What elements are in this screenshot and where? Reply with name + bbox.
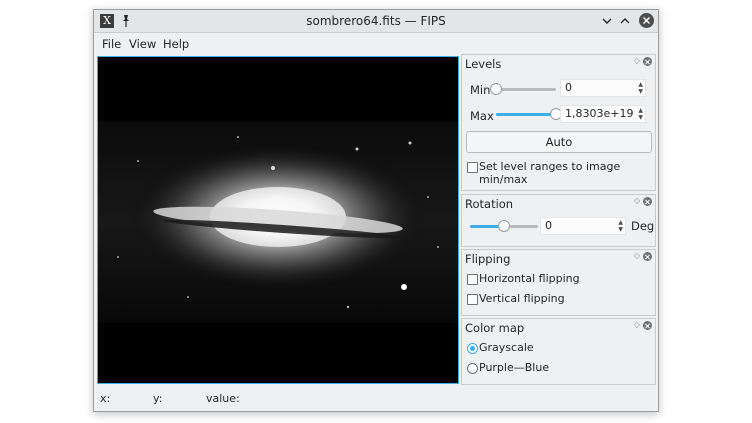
min-slider[interactable] (490, 83, 556, 95)
max-label: Max (470, 109, 494, 123)
max-spinbox[interactable]: 1,8303e+19 ▲ ▼ (560, 105, 646, 123)
spin-arrows-icon[interactable]: ▲ ▼ (638, 107, 643, 121)
status-x: x: (100, 392, 111, 405)
close-small-icon[interactable] (643, 321, 652, 330)
galaxy-image (98, 121, 458, 323)
vertical-flip-label[interactable]: Vertical flipping (479, 292, 565, 305)
chevron-up-icon[interactable] (618, 14, 632, 28)
spin-arrows-icon[interactable]: ▲ ▼ (638, 81, 643, 95)
max-slider[interactable] (496, 108, 562, 120)
range-checkbox-label[interactable]: Set level ranges to image min/max (479, 160, 655, 186)
min-value: 0 (565, 81, 572, 94)
rotation-slider[interactable] (470, 220, 538, 232)
status-y: y: (153, 392, 163, 405)
rotation-unit: Deg (631, 219, 655, 233)
flipping-title: Flipping (465, 252, 511, 266)
purple-blue-label[interactable]: Purple—Blue (479, 361, 549, 374)
chevron-down-icon[interactable] (600, 14, 614, 28)
rotation-slider-handle[interactable] (498, 220, 510, 232)
menu-help[interactable]: Help (163, 37, 189, 51)
levels-panel: Levels ◇ Min 0 ▲ ▼ Max 1,8303e+19 ▲ ▼ Auto… (461, 54, 656, 191)
flipping-panel: Flipping ◇ Horizontal flipping Vertical … (461, 249, 656, 316)
min-slider-handle[interactable] (490, 83, 502, 95)
min-spinbox[interactable]: 0 ▲ ▼ (560, 79, 646, 97)
menu-bar: File View Help (94, 33, 658, 55)
max-value: 1,8303e+19 (565, 107, 634, 120)
range-checkbox[interactable] (467, 162, 478, 173)
float-icon[interactable]: ◇ (634, 196, 640, 205)
image-viewer[interactable] (97, 56, 459, 384)
title-bar[interactable]: X sombrero64.fits — FIPS (94, 10, 658, 33)
purple-blue-radio[interactable] (467, 363, 478, 374)
menu-view[interactable]: View (129, 37, 156, 51)
colormap-title: Color map (465, 321, 525, 335)
grayscale-radio[interactable] (467, 343, 478, 354)
status-value: value: (206, 392, 240, 405)
rotation-spinbox[interactable]: 0 ▲ ▼ (540, 217, 626, 235)
vertical-flip-checkbox[interactable] (467, 294, 478, 305)
close-icon[interactable] (639, 13, 654, 28)
auto-button[interactable]: Auto (466, 131, 652, 153)
window-title: sombrero64.fits — FIPS (306, 14, 446, 28)
colormap-panel: Color map ◇ Grayscale Purple—Blue (461, 318, 656, 385)
grayscale-label[interactable]: Grayscale (479, 341, 534, 354)
rotation-title: Rotation (465, 197, 514, 211)
main-window: X sombrero64.fits — FIPS File View Help (93, 9, 659, 412)
rotation-panel: Rotation ◇ 0 ▲ ▼ Deg (461, 194, 656, 247)
max-slider-fill (496, 113, 556, 116)
rotation-value: 0 (545, 219, 552, 232)
horizontal-flip-checkbox[interactable] (467, 274, 478, 285)
horizontal-flip-label[interactable]: Horizontal flipping (479, 272, 580, 285)
close-small-icon[interactable] (643, 57, 652, 66)
menu-file[interactable]: File (102, 37, 121, 51)
close-small-icon[interactable] (643, 252, 652, 261)
min-label: Min (470, 83, 491, 97)
status-bar: x: y: value: (94, 388, 658, 410)
spin-arrows-icon[interactable]: ▲ ▼ (618, 219, 623, 233)
levels-title: Levels (465, 57, 502, 71)
close-small-icon[interactable] (643, 197, 652, 206)
float-icon[interactable]: ◇ (634, 320, 640, 329)
float-icon[interactable]: ◇ (634, 251, 640, 260)
float-icon[interactable]: ◇ (634, 56, 640, 65)
